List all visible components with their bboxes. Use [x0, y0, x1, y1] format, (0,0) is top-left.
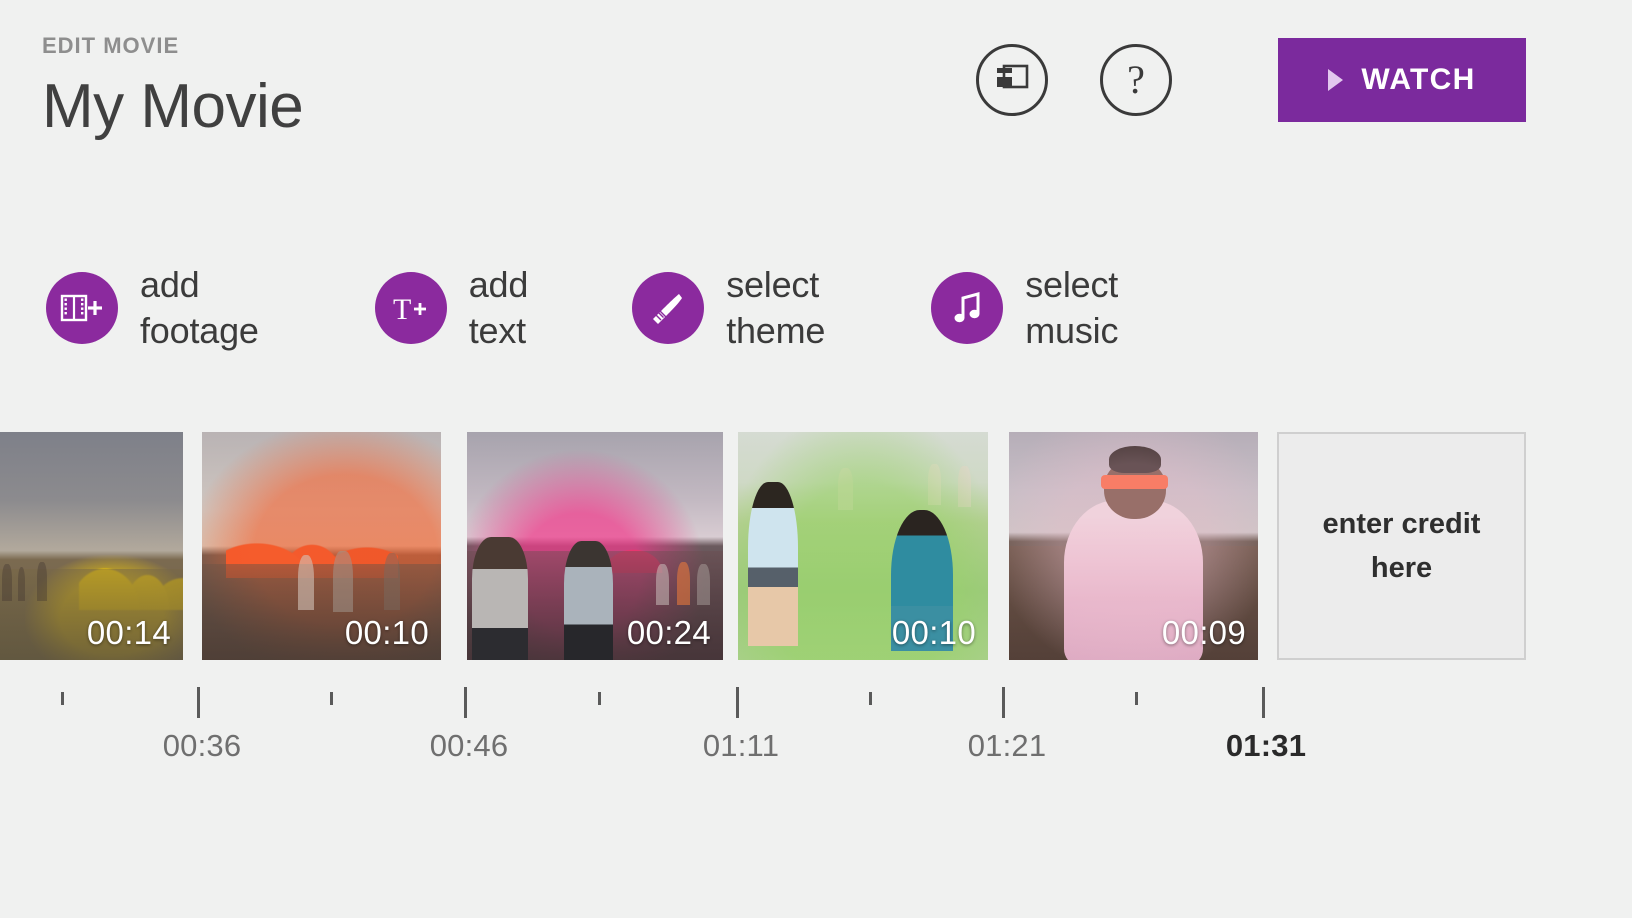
header: EDIT MOVIE My Movie ? WATCH — [0, 0, 1632, 190]
help-button[interactable]: ? — [1100, 44, 1172, 116]
enter-credit-placeholder: enter credit here — [1322, 508, 1481, 584]
svg-text:T: T — [393, 293, 411, 325]
ruler-tick — [736, 687, 739, 718]
ruler-label: 00:36 — [162, 728, 242, 763]
ruler-label: 01:11 — [702, 728, 780, 763]
timeline-clip[interactable]: 00:14 — [0, 432, 183, 660]
ruler-tick — [464, 687, 467, 718]
ruler-tick — [869, 692, 872, 705]
ruler-label: 00:46 — [429, 728, 509, 763]
ruler-tick — [1002, 687, 1005, 718]
ruler-tick — [1135, 692, 1138, 705]
snap-window-button[interactable] — [976, 44, 1048, 116]
add-text-button[interactable]: T add text — [374, 262, 529, 354]
select-theme-button[interactable]: select theme — [632, 262, 825, 354]
ruler-label: 01:21 — [967, 728, 1047, 763]
paintbrush-icon — [632, 272, 705, 344]
timeline-ruler[interactable]: 00:36 00:46 01:11 01:21 01:31 — [0, 660, 1632, 790]
watch-button[interactable]: WATCH — [1278, 38, 1526, 122]
edit-movie-screen: EDIT MOVIE My Movie ? WATCH add footage … — [0, 0, 1632, 918]
clip-duration: 00:24 — [626, 614, 711, 651]
ruler-tick — [1262, 687, 1265, 718]
header-actions: ? WATCH — [976, 38, 1632, 122]
select-theme-label: select theme — [726, 264, 826, 351]
ruler-tick — [61, 692, 64, 705]
ruler-tick — [197, 687, 200, 718]
timeline-clip-strip: 00:14 00:10 00:24 00:10 00:09 enter cred… — [0, 432, 1632, 660]
snap-window-icon — [995, 64, 1029, 97]
clip-artwork-person — [472, 536, 529, 660]
select-music-label: select music — [1025, 264, 1119, 351]
timeline-clip[interactable]: 00:10 — [738, 432, 988, 660]
add-footage-label: add footage — [140, 264, 259, 351]
timeline-clip[interactable]: 00:09 — [1009, 432, 1258, 660]
select-music-button[interactable]: select music — [931, 262, 1118, 354]
ruler-label-current: 01:31 — [1225, 728, 1307, 763]
add-text-label: add text — [468, 264, 529, 351]
page-eyebrow: EDIT MOVIE — [42, 33, 180, 58]
clip-duration: 00:09 — [1161, 614, 1246, 651]
timeline-clip[interactable]: 00:24 — [467, 432, 723, 660]
text-plus-icon: T — [374, 272, 447, 344]
clip-artwork-person — [564, 541, 613, 660]
page-title[interactable]: My Movie — [42, 69, 304, 145]
add-footage-button[interactable]: add footage — [46, 262, 259, 354]
play-triangle-icon — [1328, 69, 1344, 91]
clip-artwork-person — [748, 482, 798, 647]
action-bar: add footage T add text select theme sele… — [46, 262, 1118, 354]
ruler-tick — [598, 692, 601, 705]
title-block: EDIT MOVIE My Movie — [42, 33, 304, 145]
clip-duration: 00:10 — [891, 614, 976, 651]
music-note-icon — [931, 272, 1004, 344]
clip-duration: 00:14 — [86, 614, 171, 651]
help-question-icon: ? — [1127, 57, 1145, 102]
clip-duration: 00:10 — [344, 614, 429, 651]
ruler-tick — [330, 692, 333, 705]
film-strip-plus-icon — [46, 272, 118, 344]
enter-credit-box[interactable]: enter credit here — [1277, 432, 1526, 660]
watch-button-label: WATCH — [1361, 63, 1476, 96]
timeline-clip[interactable]: 00:10 — [202, 432, 441, 660]
